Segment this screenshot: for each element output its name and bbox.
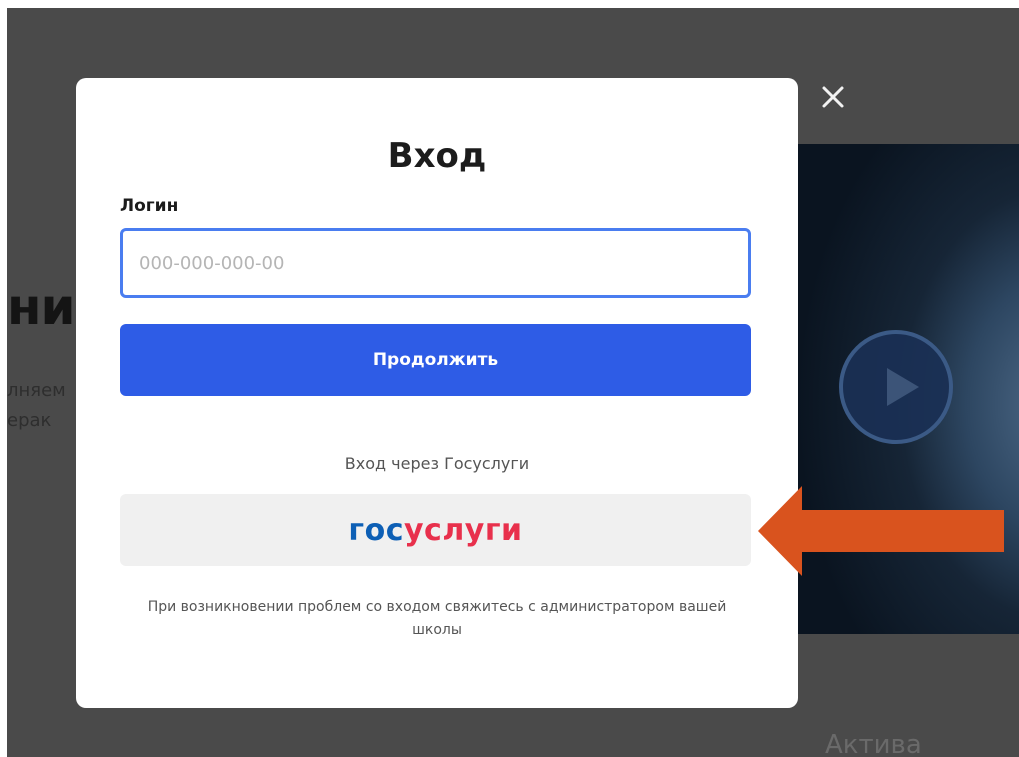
continue-button[interactable]: Продолжить: [120, 324, 751, 396]
background-text-line: ерак: [7, 410, 52, 431]
play-icon: [839, 330, 953, 444]
close-icon[interactable]: [812, 78, 852, 118]
arrow-left-icon: [758, 486, 1004, 576]
login-label: Логин: [120, 196, 179, 216]
login-input[interactable]: [120, 228, 751, 298]
login-modal: Вход Логин Продолжить Вход через Госуслу…: [76, 78, 798, 708]
activation-watermark: Актива: [825, 730, 922, 757]
gosuslugi-login-button[interactable]: гос услуги: [120, 494, 751, 566]
background-text-line: лняем: [7, 380, 66, 401]
gosuslugi-logo-part: гос: [348, 512, 404, 548]
gosuslugi-caption: Вход через Госуслуги: [344, 454, 530, 473]
help-footnote: При возникновении проблем со входом свяж…: [147, 599, 727, 638]
modal-title: Вход: [387, 136, 487, 176]
gosuslugi-logo-part: услуги: [404, 512, 523, 548]
